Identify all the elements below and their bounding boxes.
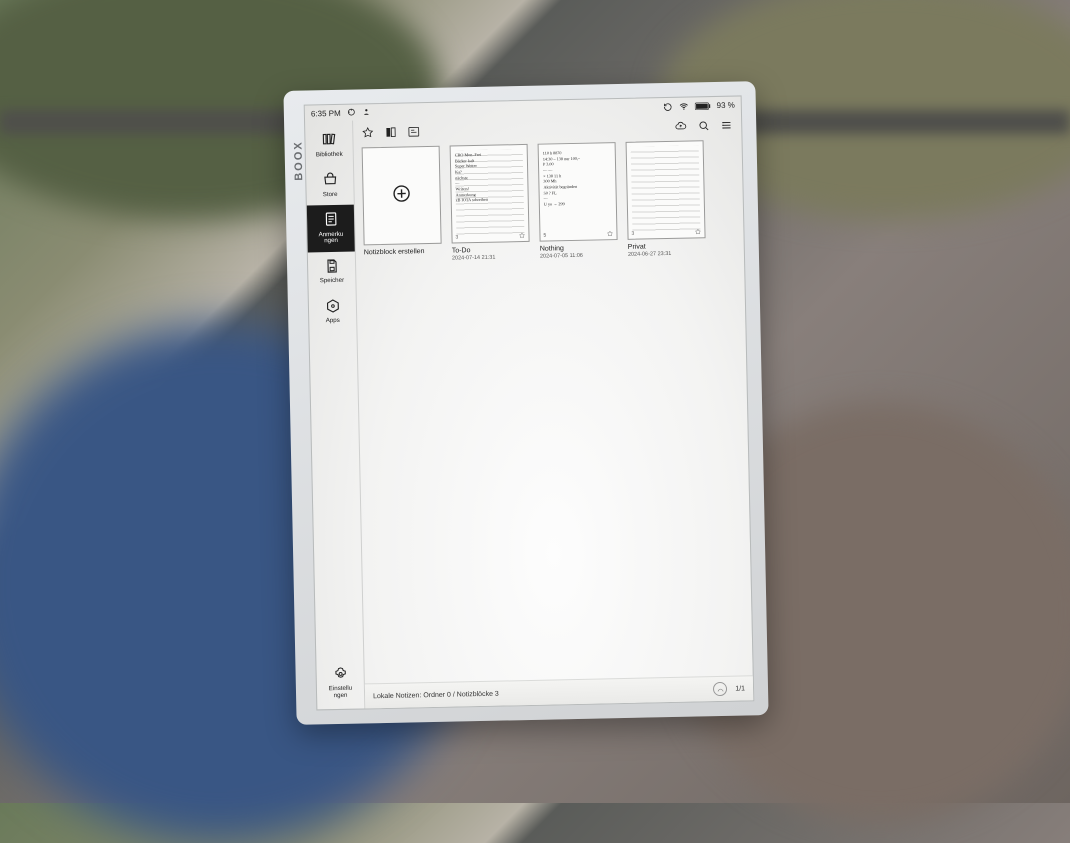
sidebar-item-label: Speicher [320,278,345,285]
note-preview: 110 h 8870 14:30 – 138 nur 100,– P 3.00 … [543,149,612,207]
recent-notes-icon[interactable] [384,126,397,139]
brand-logo: BOOX [292,140,305,181]
note-card[interactable]: 110 h 8870 14:30 – 138 nur 100,– P 3.00 … [538,142,618,260]
store-icon [322,171,338,190]
apps-icon [324,297,340,316]
notes-icon [322,211,338,230]
note-card[interactable]: 3 Privat 2024-06-27 23:31 [626,140,706,258]
footer-summary: Lokale Notizen: Ordner 0 / Notizblöcke 3 [373,690,499,700]
new-notepad-card[interactable]: Notizblock erstellen [362,146,442,264]
settings-icon [332,665,348,684]
sidebar-item-label: Store [323,191,338,198]
sidebar-item-label: Bibliothek [316,151,343,158]
sidebar-item-einstellungen[interactable]: Einstellu ngen [316,659,364,709]
note-page-count: 3 [455,234,458,240]
wifi-icon [678,101,688,111]
star-icon[interactable] [518,232,525,239]
status-time: 6:35 PM [311,109,341,119]
refresh-mode-icon[interactable] [662,101,672,111]
content-area: Notizblock erstellen CRO Mon–Frei Bäcker… [353,112,753,708]
sidebar-item-bibliothek[interactable]: Bibliothek [305,125,353,166]
storage-icon [323,257,339,276]
sidebar-item-store[interactable]: Store [306,165,354,206]
options-menu-icon[interactable] [720,119,733,132]
note-date: 2024-07-05 11:06 [540,252,618,260]
reading-notes-icon[interactable] [407,125,420,138]
note-page-count: 5 [543,232,546,238]
star-icon[interactable] [694,228,701,235]
screen: 6:35 PM 93 % [304,95,755,710]
sidebar-item-apps[interactable]: Apps [309,291,357,332]
search-icon[interactable] [697,119,710,132]
orientation-lock-icon [347,108,356,119]
battery-percent: 93 % [716,101,734,110]
note-page-count: 3 [631,230,634,236]
star-icon[interactable] [606,230,613,237]
notes-grid: Notizblock erstellen CRO Mon–Frei Bäcker… [354,135,753,683]
battery-icon [694,102,710,110]
note-preview: CRO Mon–Frei Bäcker kalt Super Wetter Ka… [455,151,524,203]
note-date: 2024-07-14 21:31 [452,254,530,262]
sidebar-item-label: Einstellu ngen [329,686,353,699]
plus-icon [391,183,412,208]
handwriting-recognition-icon[interactable] [713,682,727,696]
library-icon [321,131,337,150]
sidebar-item-anmerkungen[interactable]: Anmerku ngen [307,205,355,252]
favorites-filter-icon[interactable] [361,126,374,139]
note-preview [631,147,699,148]
note-card[interactable]: CRO Mon–Frei Bäcker kalt Super Wetter Ka… [450,144,530,262]
page-indicator[interactable]: 1/1 [735,685,745,692]
new-notepad-label: Notizblock erstellen [364,248,442,257]
person-icon [362,107,371,118]
sidebar-item-label: Anmerku ngen [318,231,343,245]
cloud-sync-icon[interactable] [674,120,687,133]
note-date: 2024-06-27 23:31 [628,250,706,258]
tablet-device: BOOX 6:35 PM [283,81,768,725]
sidebar-item-speicher[interactable]: Speicher [308,251,356,292]
sidebar-item-label: Apps [326,318,340,325]
